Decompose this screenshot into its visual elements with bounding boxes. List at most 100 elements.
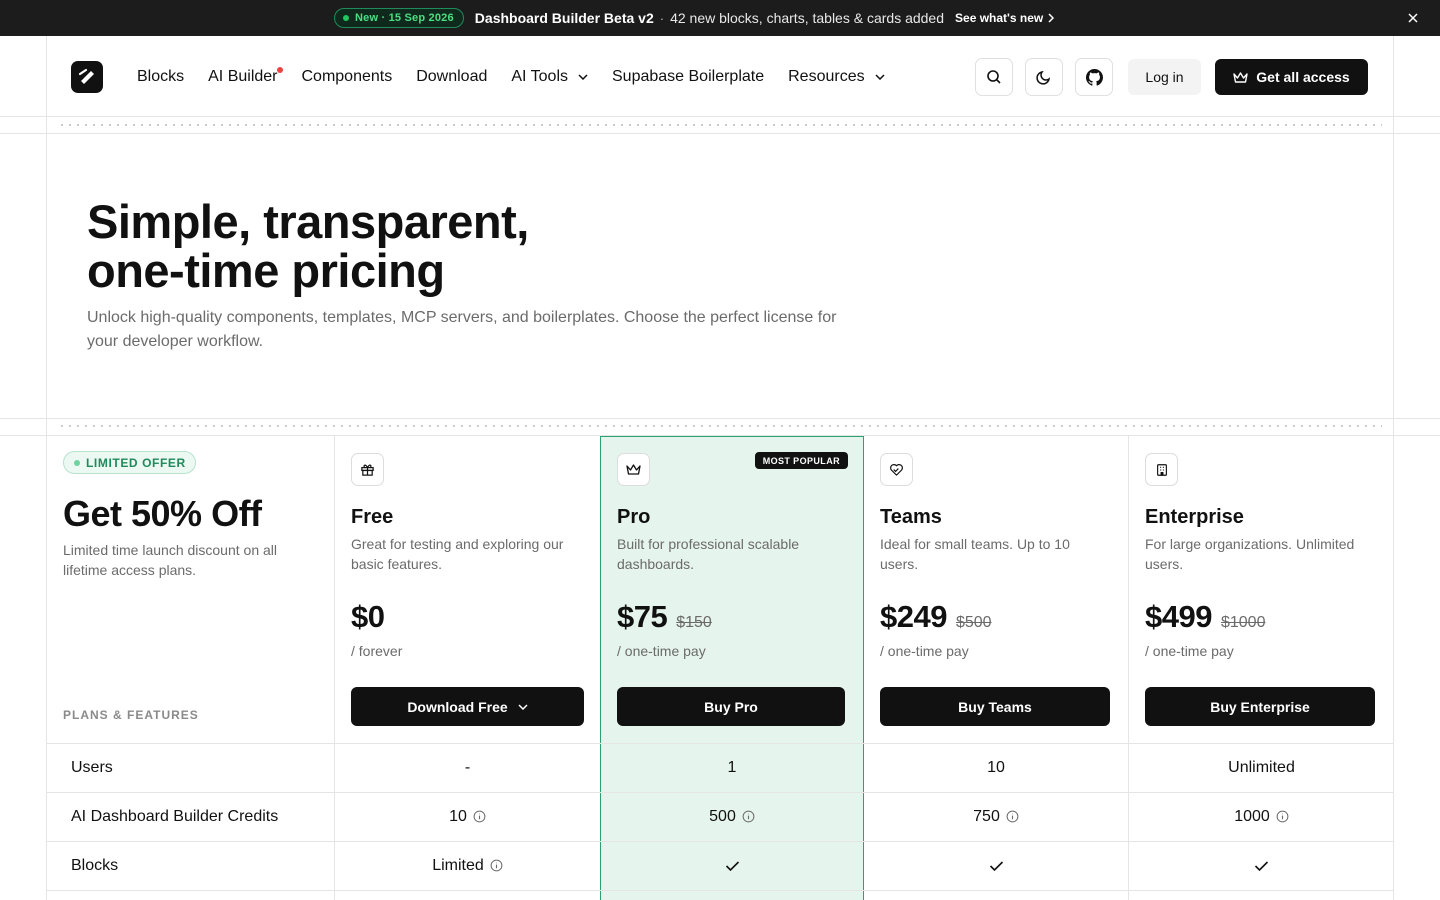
gift-icon bbox=[361, 464, 374, 476]
main-nav: Blocks AI Builder Components Download AI… bbox=[137, 65, 909, 89]
nav-label: Resources bbox=[788, 68, 865, 85]
price-current: $499 bbox=[1145, 599, 1212, 634]
nav-label: Components bbox=[301, 68, 393, 85]
nav-supabase-boilerplate[interactable]: Supabase Boilerplate bbox=[612, 68, 764, 86]
info-icon[interactable] bbox=[1006, 810, 1019, 823]
nav-ai-tools[interactable]: AI Tools bbox=[511, 68, 588, 86]
info-icon[interactable] bbox=[473, 810, 486, 823]
plan-name: Free bbox=[351, 506, 394, 528]
plan-name: Teams bbox=[880, 506, 942, 528]
nav-label: AI Builder bbox=[208, 68, 278, 85]
nav-label: Blocks bbox=[137, 68, 185, 85]
price-current: $249 bbox=[880, 599, 947, 634]
plan-enterprise: Enterprise For large organizations. Unli… bbox=[1129, 436, 1393, 743]
feature-value bbox=[600, 841, 864, 890]
chevron-down-icon bbox=[578, 74, 588, 80]
github-button[interactable] bbox=[1075, 58, 1113, 96]
divider bbox=[0, 116, 1440, 117]
dotted-separator bbox=[58, 122, 1382, 128]
logo-mark-icon bbox=[78, 68, 94, 84]
plan-description: For large organizations. Unlimited users… bbox=[1145, 536, 1355, 572]
price-original: $150 bbox=[676, 614, 712, 631]
plan-free: Free Great for testing and exploring our… bbox=[335, 436, 600, 743]
status-dot bbox=[343, 15, 349, 21]
close-icon[interactable] bbox=[1406, 11, 1420, 25]
nav-resources[interactable]: Resources bbox=[788, 68, 885, 86]
feature-label: Users bbox=[71, 758, 113, 776]
check-icon bbox=[989, 860, 1003, 871]
logo[interactable] bbox=[71, 61, 103, 93]
new-badge-label: New · 15 Sep 2026 bbox=[355, 12, 454, 24]
login-label: Log in bbox=[1145, 69, 1184, 85]
crown-icon bbox=[1233, 71, 1248, 83]
feature-label: AI Dashboard Builder Credits bbox=[71, 807, 279, 825]
plan-icon-box bbox=[351, 453, 384, 486]
buy-pro-button[interactable]: Buy Pro bbox=[617, 687, 845, 726]
most-popular-badge: MOST POPULAR bbox=[754, 452, 848, 469]
plan-icon-box bbox=[617, 453, 650, 486]
github-icon bbox=[1085, 68, 1103, 86]
plan-price: $0 bbox=[351, 599, 385, 635]
feature-value bbox=[1129, 841, 1394, 890]
price-current: $0 bbox=[351, 599, 385, 634]
plan-description: Built for professional scalable dashboar… bbox=[617, 536, 800, 572]
search-button[interactable] bbox=[975, 58, 1013, 96]
feature-value: 500 bbox=[600, 792, 864, 841]
nav-download[interactable]: Download bbox=[416, 68, 487, 86]
check-icon bbox=[725, 860, 739, 871]
plan-term: / one-time pay bbox=[1145, 643, 1234, 659]
heart-handshake-icon bbox=[890, 463, 903, 476]
plan-pro: MOST POPULAR Pro Built for professional … bbox=[601, 436, 864, 743]
nav-blocks[interactable]: Blocks bbox=[137, 68, 184, 86]
feature-value: 750 bbox=[864, 792, 1128, 841]
button-label: Buy Teams bbox=[958, 698, 1032, 715]
plan-icon-box bbox=[880, 453, 913, 486]
nav-label: Download bbox=[416, 68, 488, 85]
value-text: 500 bbox=[709, 807, 736, 825]
nav-components[interactable]: Components bbox=[302, 68, 393, 86]
feature-label: Blocks bbox=[71, 856, 119, 874]
buy-teams-button[interactable]: Buy Teams bbox=[880, 687, 1110, 726]
announcement-title: Dashboard Builder Beta v2 bbox=[474, 10, 654, 26]
info-icon[interactable] bbox=[742, 810, 755, 823]
chevron-right-icon bbox=[1048, 13, 1055, 23]
offer-title: Get 50% Off bbox=[63, 493, 262, 534]
limited-offer-label: LIMITED OFFER bbox=[86, 455, 186, 470]
see-whats-new-label: See what's new bbox=[955, 11, 1044, 25]
price-original: $500 bbox=[955, 614, 992, 631]
theme-toggle-button[interactable] bbox=[1025, 58, 1063, 96]
price-original: $1000 bbox=[1220, 614, 1266, 631]
login-button[interactable]: Log in bbox=[1128, 59, 1201, 95]
crown-icon bbox=[626, 464, 641, 475]
value-text: - bbox=[464, 758, 471, 776]
divider bbox=[0, 133, 1440, 134]
value-text: 1 bbox=[727, 758, 737, 776]
nav-label: Supabase Boilerplate bbox=[612, 68, 765, 85]
chevron-down-icon bbox=[875, 74, 885, 80]
feature-value: 1000 bbox=[1129, 792, 1394, 841]
plan-term: / forever bbox=[351, 643, 403, 659]
see-whats-new-link[interactable]: See what's new bbox=[955, 11, 1055, 25]
feature-value: Unlimited bbox=[1129, 743, 1394, 792]
feature-value bbox=[864, 841, 1128, 890]
feature-value: 10 bbox=[335, 792, 600, 841]
limited-offer-badge: LIMITED OFFER bbox=[63, 451, 196, 474]
feature-value: 10 bbox=[864, 743, 1128, 792]
info-icon[interactable] bbox=[490, 859, 503, 872]
nav-ai-builder[interactable]: AI Builder bbox=[208, 67, 283, 86]
page-title: Simple, transparent, one-time pricing bbox=[87, 197, 529, 295]
page-title-line-2: one-time pricing bbox=[87, 244, 445, 297]
divider bbox=[0, 418, 1440, 419]
table-row: Blocks Limited bbox=[47, 841, 1394, 890]
info-icon[interactable] bbox=[1276, 810, 1289, 823]
download-free-button[interactable]: Download Free bbox=[351, 687, 584, 726]
value-text: 10 bbox=[987, 758, 1005, 776]
get-all-access-button[interactable]: Get all access bbox=[1215, 59, 1368, 95]
check-icon bbox=[1254, 860, 1269, 871]
button-label: Buy Enterprise bbox=[1210, 698, 1310, 715]
plan-teams: Teams Ideal for small teams. Up to 10 us… bbox=[864, 436, 1128, 743]
dotted-separator bbox=[58, 423, 1382, 429]
buy-enterprise-button[interactable]: Buy Enterprise bbox=[1145, 687, 1375, 726]
button-label: Download Free bbox=[407, 698, 508, 715]
announcement-separator: · bbox=[659, 10, 665, 26]
